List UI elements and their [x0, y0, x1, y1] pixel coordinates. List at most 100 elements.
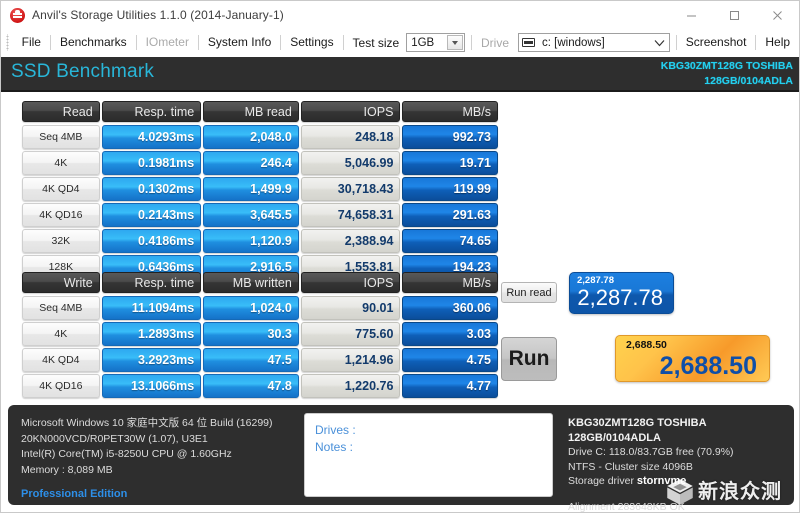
write-results-table: Write Resp. time MB written IOPS MB/s Se… — [22, 272, 498, 400]
menu-item-system-info[interactable]: System Info — [199, 29, 280, 56]
table-row: 4K QD4 0.1302ms 1,499.9 30,718.43 119.99 — [22, 177, 498, 201]
write-mb-written: 47.5 — [203, 348, 299, 372]
chevron-down-icon — [654, 39, 665, 46]
read-resp-time: 0.1981ms — [101, 151, 202, 175]
benchmark-header: SSD Benchmark KBG30ZMT128G TOSHIBA 128GB… — [1, 57, 799, 92]
maximize-button[interactable] — [713, 1, 756, 29]
drive-value: c: [windows] — [542, 36, 605, 49]
table-row: 4K QD4 3.2923ms 47.5 1,214.96 4.75 — [22, 348, 498, 372]
total-score-value: 2,688.50 — [659, 352, 757, 380]
title-bar: Anvil's Storage Utilities 1.1.0 (2014-Ja… — [1, 1, 799, 29]
read-mbs: 19.71 — [402, 151, 498, 175]
drives-label: Drives : — [315, 423, 356, 437]
menu-item-iometer: IOmeter — [145, 35, 189, 49]
read-col-header-resp-time: Resp. time — [101, 101, 202, 122]
table-row: Seq 4MB 4.0293ms 2,048.0 248.18 992.73 — [22, 125, 498, 149]
read-resp-time: 0.1302ms — [101, 177, 202, 201]
read-mb-read: 1,120.9 — [203, 229, 299, 253]
write-col-header-mb-written: MB written — [203, 272, 299, 293]
read-mb-read: 2,048.0 — [203, 125, 299, 149]
drive-icon — [522, 38, 536, 47]
menu-item-file[interactable]: File — [13, 29, 50, 56]
menu-item-help[interactable]: Help — [756, 29, 799, 56]
write-resp-time: 1.2893ms — [101, 322, 202, 346]
write-mb-written: 47.8 — [203, 374, 299, 398]
anvil-app-icon — [10, 7, 25, 23]
read-table-header-row: Read Resp. time MB read IOPS MB/s — [22, 101, 498, 122]
total-score-small: 2,688.50 — [626, 339, 667, 351]
system-memory: Memory : 8,089 MB — [21, 463, 113, 476]
drive-label: Drive — [481, 35, 510, 50]
read-mbs: 119.99 — [402, 177, 498, 201]
read-iops: 2,388.94 — [300, 229, 401, 253]
write-resp-time: 11.1094ms — [101, 296, 202, 320]
read-row-label: 4K — [22, 151, 100, 175]
table-row: 32K 0.4186ms 1,120.9 2,388.94 74.65 — [22, 229, 498, 253]
write-resp-time: 3.2923ms — [101, 348, 202, 372]
read-resp-time: 0.4186ms — [101, 229, 202, 253]
write-row-label: 4K — [22, 322, 100, 346]
drive-info-block: KBG30ZMT128G TOSHIBA 128GB/0104ADLA Driv… — [568, 416, 790, 512]
system-os: Microsoft Windows 10 家庭中文版 64 位 Build (1… — [21, 417, 273, 429]
window-title: Anvil's Storage Utilities 1.1.0 (2014-Ja… — [32, 8, 284, 22]
test-size-select[interactable]: 1GB — [406, 33, 466, 52]
read-row-label: 4K QD16 — [22, 203, 100, 227]
drive-info-driver-value: stornvme — [636, 475, 687, 487]
drive-info-driver-label: Storage driver — [568, 475, 634, 487]
write-mbs: 3.03 — [402, 322, 498, 346]
read-col-header-mbs: MB/s — [402, 101, 498, 122]
test-size-label: Test size — [352, 35, 400, 50]
toolbar-grip-icon[interactable] — [4, 34, 11, 51]
read-mbs: 992.73 — [402, 125, 498, 149]
run-read-button[interactable]: Run read — [501, 282, 557, 303]
drive-info-filesystem: NTFS - Cluster size 4096B — [568, 460, 693, 473]
test-size-dropdown-arrow[interactable] — [447, 35, 464, 50]
read-mbs: 291.63 — [402, 203, 498, 227]
drive-info-capacity: Drive C: 118.0/83.7GB free (70.9%) — [568, 446, 734, 458]
read-mbs: 74.65 — [402, 229, 498, 253]
benchmark-results-area: Read Resp. time MB read IOPS MB/s Seq 4M… — [1, 92, 799, 452]
write-mbs: 360.06 — [402, 296, 498, 320]
read-score-panel: 2,287.78 2,287.78 — [569, 272, 674, 314]
header-drive-line1: KBG30ZMT128G TOSHIBA — [660, 60, 793, 72]
close-button[interactable] — [756, 1, 799, 29]
read-resp-time: 4.0293ms — [101, 125, 202, 149]
page-title: SSD Benchmark — [11, 61, 155, 82]
write-row-label: 4K QD4 — [22, 348, 100, 372]
system-model: 20KN000VCD/R0PET30W (1.07), U3E1 — [21, 432, 208, 445]
header-drive-model: KBG30ZMT128G TOSHIBA 128GB/0104ADLA — [661, 59, 793, 89]
header-drive-line2: 128GB/0104ADLA — [704, 75, 793, 87]
write-iops: 1,220.76 — [300, 374, 401, 398]
read-score-value: 2,287.78 — [577, 285, 663, 310]
read-iops: 5,046.99 — [300, 151, 401, 175]
read-iops: 30,718.43 — [300, 177, 401, 201]
chevron-down-icon — [452, 40, 459, 45]
drive-info-driver: Storage driver stornvme — [568, 474, 790, 489]
menu-item-benchmarks[interactable]: Benchmarks — [51, 29, 136, 56]
drive-info-name: KBG30ZMT128G TOSHIBA 128GB/0104ADLA — [568, 417, 707, 444]
test-size-value: 1GB — [411, 36, 435, 49]
read-iops: 248.18 — [300, 125, 401, 149]
write-iops: 90.01 — [300, 296, 401, 320]
menu-item-screenshot[interactable]: Screenshot — [677, 29, 756, 56]
menu-bar: File Benchmarks IOmeter System Info Sett… — [1, 29, 799, 56]
read-mb-read: 1,499.9 — [203, 177, 299, 201]
minimize-button[interactable] — [670, 1, 713, 29]
menu-item-settings[interactable]: Settings — [281, 29, 342, 56]
write-resp-time: 13.1066ms — [101, 374, 202, 398]
table-row: 4K QD16 0.2143ms 3,645.5 74,658.31 291.6… — [22, 203, 498, 227]
table-row: 4K QD16 13.1066ms 47.8 1,220.76 4.77 — [22, 374, 498, 398]
window-controls — [670, 1, 799, 29]
run-button[interactable]: Run — [501, 337, 557, 381]
write-mb-written: 30.3 — [203, 322, 299, 346]
system-info-block: Microsoft Windows 10 家庭中文版 64 位 Build (1… — [21, 416, 293, 503]
drive-select[interactable]: c: [windows] — [518, 33, 670, 52]
read-row-label: 32K — [22, 229, 100, 253]
notes-box[interactable]: Drives : Notes : — [304, 413, 553, 497]
drive-dropdown-arrow[interactable] — [652, 36, 667, 49]
system-cpu: Intel(R) Core(TM) i5-8250U CPU @ 1.60GHz — [21, 448, 232, 460]
write-iops: 1,214.96 — [300, 348, 401, 372]
write-mbs: 4.75 — [402, 348, 498, 372]
table-row: 4K 1.2893ms 30.3 775.60 3.03 — [22, 322, 498, 346]
write-row-label: 4K QD16 — [22, 374, 100, 398]
